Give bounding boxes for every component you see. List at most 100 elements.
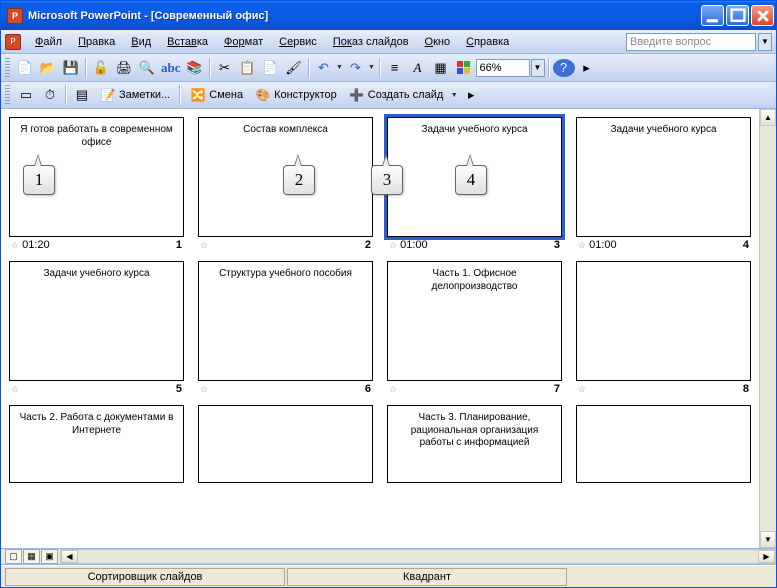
toolbar-grip-icon[interactable] [5, 85, 10, 105]
research-button[interactable]: 📚 [184, 57, 206, 79]
menu-file[interactable]: Файл [27, 33, 70, 51]
permission-button[interactable]: 🔓 [90, 57, 112, 79]
help-search-dropdown[interactable]: ▼ [758, 33, 772, 51]
horizontal-scrollbar[interactable]: ◀ ▶ [60, 549, 776, 564]
redo-dropdown-icon[interactable]: ▼ [368, 64, 376, 71]
normal-view-button[interactable]: ▢ [5, 549, 22, 564]
scroll-left-button[interactable]: ◀ [61, 550, 78, 563]
slide-meta: ☆8 [576, 381, 751, 397]
expand-all-button[interactable]: ≡ [384, 57, 406, 79]
slide-thumbnail[interactable]: Структура учебного пособия [198, 261, 373, 381]
animation-star-icon: ☆ [200, 240, 208, 251]
title-bar: P Microsoft PowerPoint - [Современный оф… [1, 1, 776, 30]
animation-star-icon: ☆ [11, 240, 19, 251]
animation-star-icon: ☆ [389, 240, 397, 251]
show-formatting-button[interactable]: A [407, 57, 429, 79]
slide-title: Задачи учебного курса [18, 268, 175, 281]
zoom-dropdown[interactable]: ▼ [531, 59, 545, 77]
new-slide-button[interactable]: ➕Создать слайд [344, 84, 448, 106]
slide-thumbnail[interactable] [576, 405, 751, 483]
undo-dropdown-icon[interactable]: ▼ [336, 64, 344, 71]
menu-view[interactable]: Вид [123, 33, 159, 51]
undo-button[interactable]: ↶ [313, 57, 335, 79]
slide-thumbnail[interactable]: Часть 3. Планирование, рациональная орга… [387, 405, 562, 483]
slide-timing: 01:20 [22, 239, 50, 251]
slide-meta: ☆2 [198, 237, 373, 253]
slide-cell[interactable]: Задачи учебного курса☆5 [9, 261, 184, 397]
slide-sorter-view[interactable]: Я готов работать в современном офисе☆01:… [1, 109, 759, 548]
slide-cell[interactable]: Структура учебного пособия☆6 [198, 261, 373, 397]
slide-cell[interactable]: Часть 3. Планирование, рациональная орга… [387, 405, 562, 483]
rehearse-button[interactable]: ⏱ [39, 84, 61, 106]
print-preview-button[interactable]: 🔍 [136, 57, 158, 79]
slide-sorter-view-button[interactable]: ▦ [23, 549, 40, 564]
vertical-scrollbar[interactable]: ▲ ▼ [759, 109, 776, 548]
scroll-down-button[interactable]: ▼ [760, 531, 776, 548]
spelling-button[interactable]: abc [159, 57, 183, 79]
slide-thumbnail[interactable]: Задачи учебного курса [576, 117, 751, 237]
menu-insert[interactable]: Вставка [159, 33, 216, 51]
slide-thumbnail[interactable]: Часть 1. Офисное делопроизводство [387, 261, 562, 381]
notes-button[interactable]: 📝Заметки... [95, 84, 175, 106]
scroll-right-button[interactable]: ▶ [758, 550, 775, 563]
grid-button[interactable]: ▦ [430, 57, 452, 79]
menu-format[interactable]: Формат [216, 33, 271, 51]
cut-button[interactable]: ✂ [214, 57, 236, 79]
animation-star-icon: ☆ [389, 384, 397, 395]
slide-thumbnail[interactable]: Задачи учебного курса [9, 261, 184, 381]
slide-thumbnail[interactable] [198, 405, 373, 483]
slide-cell[interactable] [576, 405, 751, 483]
slideshow-view-button[interactable]: ▣ [41, 549, 58, 564]
maximize-button[interactable] [726, 5, 749, 26]
copy-button[interactable]: 📋 [237, 57, 259, 79]
menu-slideshow[interactable]: Показ слайдов [325, 33, 417, 51]
animation-star-icon: ☆ [578, 240, 586, 251]
animation-star-icon: ☆ [200, 384, 208, 395]
slide-cell[interactable]: Задачи учебного курса☆01:004 [576, 117, 751, 253]
doc-icon[interactable]: P [5, 34, 21, 50]
hide-slide-button[interactable]: ▭ [15, 84, 37, 106]
slide-cell[interactable]: ☆8 [576, 261, 751, 397]
print-button[interactable]: 🖨 [113, 57, 135, 79]
help-search-input[interactable] [626, 33, 756, 51]
transition-button[interactable]: 🔀Смена [185, 84, 248, 106]
animation-star-icon: ☆ [11, 384, 19, 395]
toolbar-options-button[interactable]: ▸ [460, 84, 482, 106]
menu-bar: P Файл Правка Вид Вставка Формат Сервис … [1, 30, 776, 54]
help-button[interactable]: ? [553, 59, 575, 77]
slide-meta: ☆01:004 [576, 237, 751, 253]
slide-cell[interactable]: Часть 1. Офисное делопроизводство☆7 [387, 261, 562, 397]
toolbar-grip-icon[interactable] [5, 58, 10, 78]
menu-tools[interactable]: Сервис [271, 33, 325, 51]
menu-help[interactable]: Справка [458, 33, 517, 51]
summary-slide-button[interactable]: ▤ [71, 84, 93, 106]
app-window: P Microsoft PowerPoint - [Современный оф… [0, 0, 777, 588]
toolbar-options-button[interactable]: ▸ [576, 57, 598, 79]
slide-meta: ☆7 [387, 381, 562, 397]
slide-thumbnail[interactable]: Часть 2. Работа с документами в Интернет… [9, 405, 184, 483]
scroll-up-button[interactable]: ▲ [760, 109, 776, 126]
slide-cell[interactable]: Часть 2. Работа с документами в Интернет… [9, 405, 184, 483]
slide-title: Задачи учебного курса [396, 124, 553, 137]
app-icon: P [7, 8, 23, 24]
slide-number: 4 [743, 239, 749, 251]
slide-thumbnail[interactable] [576, 261, 751, 381]
redo-button[interactable]: ↷ [345, 57, 367, 79]
new-button[interactable]: 📄 [14, 57, 36, 79]
format-painter-button[interactable]: 🖌 [283, 57, 305, 79]
zoom-combo[interactable]: 66% [476, 59, 530, 77]
design-button[interactable]: 🎨Конструктор [250, 84, 342, 106]
open-button[interactable]: 📂 [37, 57, 59, 79]
slide-meta: ☆6 [198, 381, 373, 397]
close-button[interactable] [751, 5, 774, 26]
slide-cell[interactable] [198, 405, 373, 483]
save-button[interactable]: 💾 [60, 57, 82, 79]
status-design-name: Квадрант [287, 568, 567, 586]
new-slide-dropdown-icon[interactable]: ▼ [450, 92, 458, 99]
animation-star-icon: ☆ [578, 384, 586, 395]
menu-edit[interactable]: Правка [70, 33, 123, 51]
minimize-button[interactable] [701, 5, 724, 26]
menu-window[interactable]: Окно [417, 33, 459, 51]
paste-button[interactable]: 📄 [260, 57, 282, 79]
color-button[interactable] [453, 57, 475, 79]
